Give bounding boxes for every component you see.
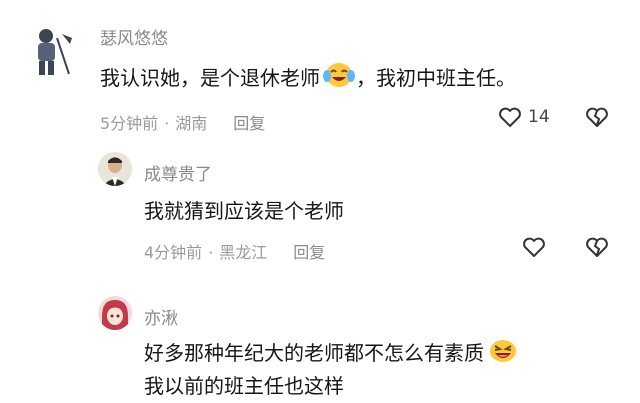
comment-meta: 5分钟前 · 湖南 回复: [100, 114, 266, 133]
comment-text-line2: 我以前的班主任也这样: [144, 374, 344, 398]
avatar-figure-icon: [38, 29, 72, 75]
laughing-crying-emoji-icon: [322, 61, 356, 98]
like-button[interactable]: [522, 236, 546, 258]
username[interactable]: 亦湫: [144, 304, 178, 329]
location: 湖南: [175, 114, 208, 133]
location: 黑龙江: [219, 243, 268, 262]
heart-outline-icon: [499, 107, 521, 127]
like-button[interactable]: 14: [498, 106, 550, 128]
comment-text: 我就猜到应该是个老师: [144, 199, 344, 223]
laughing-emoji-icon: [486, 336, 520, 373]
avatar[interactable]: [98, 152, 132, 186]
broken-heart-icon: [586, 237, 608, 257]
comment-meta: 4分钟前 · 黑龙江 回复: [144, 243, 326, 262]
dislike-button[interactable]: [585, 106, 609, 132]
reply-button[interactable]: 回复: [293, 243, 325, 262]
timestamp: 5分钟前: [100, 114, 159, 133]
comment-text-part2: ，我初中班主任。: [356, 66, 516, 90]
avatar[interactable]: [26, 24, 78, 80]
heart-outline-icon: [523, 237, 545, 257]
avatar-anime-girl-icon: [98, 296, 132, 330]
dislike-button[interactable]: [585, 236, 609, 262]
broken-heart-icon: [586, 107, 608, 127]
username[interactable]: 瑟风悠悠: [100, 24, 168, 49]
avatar-person-icon: [98, 152, 132, 186]
avatar[interactable]: [98, 296, 132, 330]
reply-button[interactable]: 回复: [233, 114, 265, 133]
comment-text: 我认识她，是个退休老师 ，我初中班主任。: [100, 61, 516, 98]
like-count: 14: [528, 107, 550, 127]
comment-text-part1: 我认识她，是个退休老师: [100, 66, 320, 90]
username[interactable]: 成尊贵了: [144, 160, 212, 185]
timestamp: 4分钟前: [144, 243, 203, 262]
comment-text-line1: 好多那种年纪大的老师都不怎么有素质: [144, 336, 520, 373]
comment-text-part1: 好多那种年纪大的老师都不怎么有素质: [144, 341, 484, 365]
